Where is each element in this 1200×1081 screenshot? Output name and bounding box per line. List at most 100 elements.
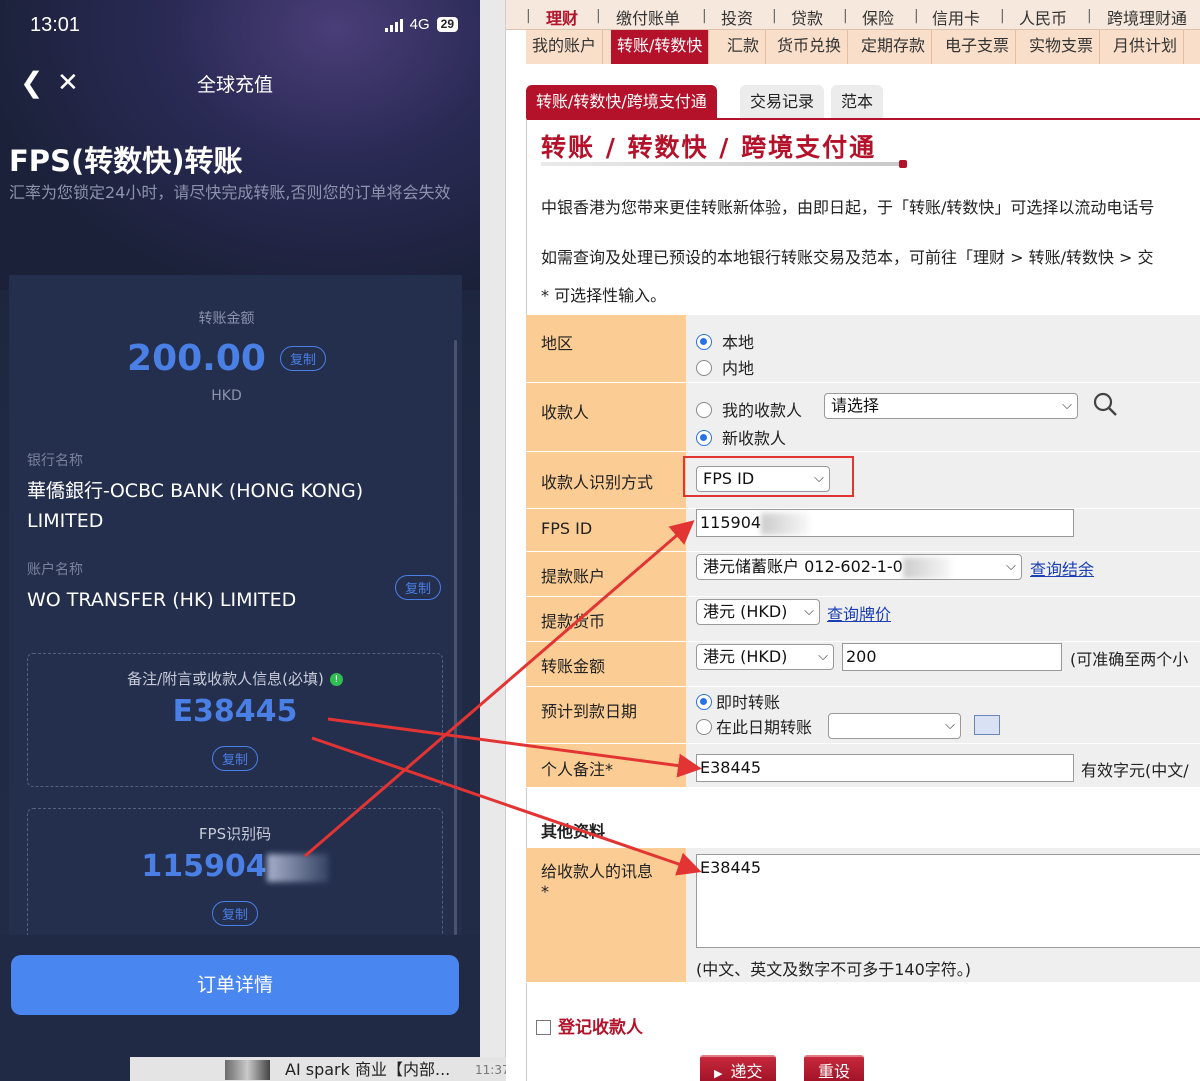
account-name-value: WO TRANSFER (HK) LIMITED xyxy=(27,589,297,611)
row-message: 给收款人的讯息 * E38445 (中文、英文及数字不可多于140字符。) xyxy=(526,848,1200,983)
register-payee-row[interactable]: 登记收款人 xyxy=(536,1013,643,1038)
radio-new-payee-circle[interactable] xyxy=(696,430,712,446)
tab-records[interactable]: 交易记录 xyxy=(740,85,825,118)
radio-new-payee[interactable]: 新收款人 xyxy=(696,425,786,449)
payee-select[interactable]: 请选择 ⌵ xyxy=(824,393,1078,419)
date-select[interactable]: ⌵ xyxy=(828,713,961,739)
row-payee: 收款人 我的收款人 请选择 ⌵ 新收款人 xyxy=(526,383,1200,452)
menu-item-rmb[interactable]: 人民币 xyxy=(1019,5,1067,29)
status-bar-right: 4G 29 xyxy=(384,16,458,33)
taskbar-thumbnail[interactable] xyxy=(225,1060,270,1080)
region-label: 地区 xyxy=(526,315,686,382)
bank-name-label: 银行名称 xyxy=(27,453,83,469)
account-name-label: 账户名称 xyxy=(27,562,83,578)
payee-field: 我的收款人 请选择 ⌵ 新收款人 xyxy=(686,383,1200,451)
fps-copy-row: 复制 xyxy=(28,901,442,926)
row-debit-account: 提款账户 港元储蓄账户 012-602-1-0 ⌵ 查询结余 xyxy=(526,552,1200,597)
fps-value-row[interactable]: 115904 xyxy=(28,849,442,884)
radio-local[interactable]: 本地 xyxy=(696,329,754,353)
check-balance-link[interactable]: 查询结余 xyxy=(1030,556,1094,580)
message-textarea[interactable]: E38445 xyxy=(696,854,1200,948)
page-title: FPS(转数快)转账 xyxy=(9,144,243,178)
chevron-down-icon: ⌵ xyxy=(945,718,955,733)
radio-local-label: 本地 xyxy=(722,333,755,352)
submenu-monthly-plan[interactable]: 月供计划 xyxy=(1107,30,1185,64)
amount-currency: HKD xyxy=(211,388,242,404)
radio-scheduled-circle[interactable] xyxy=(696,719,712,735)
menu-item-wealth[interactable]: 理财 xyxy=(546,5,578,29)
copy-account-button[interactable]: 复制 xyxy=(395,575,442,600)
taskbar-text[interactable]: AI spark 商业【内部... xyxy=(285,1057,450,1081)
remark-label-row: 备注/附言或收款人信息(必填)! xyxy=(28,668,442,689)
date-label: 预计到款日期 xyxy=(526,687,686,743)
reset-button[interactable]: 重设 xyxy=(804,1055,865,1081)
radio-mainland-circle[interactable] xyxy=(696,360,712,376)
memo-input[interactable]: E38445 xyxy=(696,754,1074,782)
fps-value: 115904 xyxy=(141,849,267,884)
menu-item-bills[interactable]: 缴付账单 xyxy=(616,5,680,29)
menu-item-wmc[interactable]: 跨境理财通 xyxy=(1107,5,1187,29)
check-rates-link[interactable]: 查询牌价 xyxy=(827,601,891,625)
menu-item-loan[interactable]: 贷款 xyxy=(791,5,823,29)
search-icon[interactable] xyxy=(1092,391,1120,419)
region-field: 本地 内地 xyxy=(686,315,1200,382)
amount-input[interactable]: 200 xyxy=(842,643,1062,671)
copy-fps-button[interactable]: 复制 xyxy=(211,901,258,926)
menu-item-insurance[interactable]: 保险 xyxy=(862,5,894,29)
debit-account-select[interactable]: 港元储蓄账户 012-602-1-0 ⌵ xyxy=(696,554,1022,580)
tab-transfer[interactable]: 转账/转数快/跨境支付通 xyxy=(526,85,717,118)
submenu-fx[interactable]: 货币兑换 xyxy=(771,30,849,64)
radio-my-payee[interactable]: 我的收款人 xyxy=(696,397,802,421)
debit-account-value: 港元储蓄账户 012-602-1-0 xyxy=(703,557,903,576)
radio-mainland-label: 内地 xyxy=(722,359,755,378)
calendar-icon[interactable] xyxy=(974,715,1000,735)
radio-immediate-circle[interactable] xyxy=(696,694,712,710)
debit-currency-select[interactable]: 港元 (HKD) ⌵ xyxy=(696,599,820,625)
optional-note: * 可选择性输入。 xyxy=(541,286,667,305)
submenu-my-account[interactable]: 我的账户 xyxy=(526,30,604,64)
intro-text-2: 如需查询及处理已预设的本地银行转账交易及范本，可前往「理财 > 转账/转数快 >… xyxy=(541,248,1154,267)
order-details-button[interactable]: 订单详情 xyxy=(11,955,459,1015)
status-time: 13:01 xyxy=(30,14,81,36)
amount-row: 200.00 复制 xyxy=(0,338,453,379)
remark-value[interactable]: E38445 xyxy=(28,694,442,729)
radio-my-payee-circle[interactable] xyxy=(696,402,712,418)
menu-item-credit-card[interactable]: 信用卡 xyxy=(932,5,980,29)
bank-web-page: | 理财 | 缴付账单 | 投资 | 贷款 | 保险 | 信用卡 | 人民币 |… xyxy=(506,0,1200,1081)
debit-currency-value: 港元 (HKD) xyxy=(703,602,788,621)
signal-icon xyxy=(384,18,403,32)
other-info-heading: 其他资料 xyxy=(541,822,606,841)
fps-id-input[interactable]: 115904 xyxy=(696,509,1074,537)
scrollbar[interactable] xyxy=(454,340,457,935)
tab-templates[interactable]: 范本 xyxy=(831,85,884,118)
page-subtitle: 汇率为您锁定24小时，请尽快完成转账,否则您的订单将会失效 xyxy=(9,183,451,202)
submenu-time-deposit[interactable]: 定期存款 xyxy=(855,30,933,64)
message-note: (中文、英文及数字不可多于140字符。) xyxy=(696,960,972,979)
radio-mainland[interactable]: 内地 xyxy=(696,355,754,379)
radio-local-circle[interactable] xyxy=(696,334,712,350)
amount-label: 转账金额 xyxy=(526,642,686,686)
radio-immediate[interactable]: 即时转账 xyxy=(696,689,780,713)
window-divider xyxy=(480,0,506,1081)
radio-my-payee-label: 我的收款人 xyxy=(722,401,803,420)
submenu-cheque[interactable]: 实物支票 xyxy=(1023,30,1101,64)
memo-note: 有效字元(中文/ xyxy=(1081,761,1189,780)
fps-id-label: FPS ID xyxy=(526,509,686,551)
copy-amount-button[interactable]: 复制 xyxy=(279,346,326,371)
message-star: * xyxy=(541,882,549,901)
submenu-transfer[interactable]: 转账/转数快 xyxy=(611,30,710,64)
row-memo: 个人备注* E38445 有效字元(中文/ xyxy=(526,744,1200,788)
submenu-echeque[interactable]: 电子支票 xyxy=(939,30,1017,64)
amount-note: (可准确至两个小 xyxy=(1070,650,1189,669)
submit-button[interactable]: ▶ 递交 xyxy=(700,1055,777,1081)
amount-currency-select[interactable]: 港元 (HKD) ⌵ xyxy=(696,644,834,670)
debit-currency-field: 港元 (HKD) ⌵ 查询牌价 xyxy=(686,597,1200,641)
radio-scheduled[interactable]: 在此日期转账 xyxy=(696,714,812,738)
radio-new-payee-label: 新收款人 xyxy=(722,429,787,448)
copy-remark-button[interactable]: 复制 xyxy=(211,746,258,771)
amount-value: 200.00 xyxy=(127,338,266,379)
submenu-remittance[interactable]: 汇款 xyxy=(721,30,767,64)
menu-item-invest[interactable]: 投资 xyxy=(721,5,753,29)
register-payee-checkbox[interactable] xyxy=(536,1020,551,1035)
title-underline xyxy=(541,162,901,166)
